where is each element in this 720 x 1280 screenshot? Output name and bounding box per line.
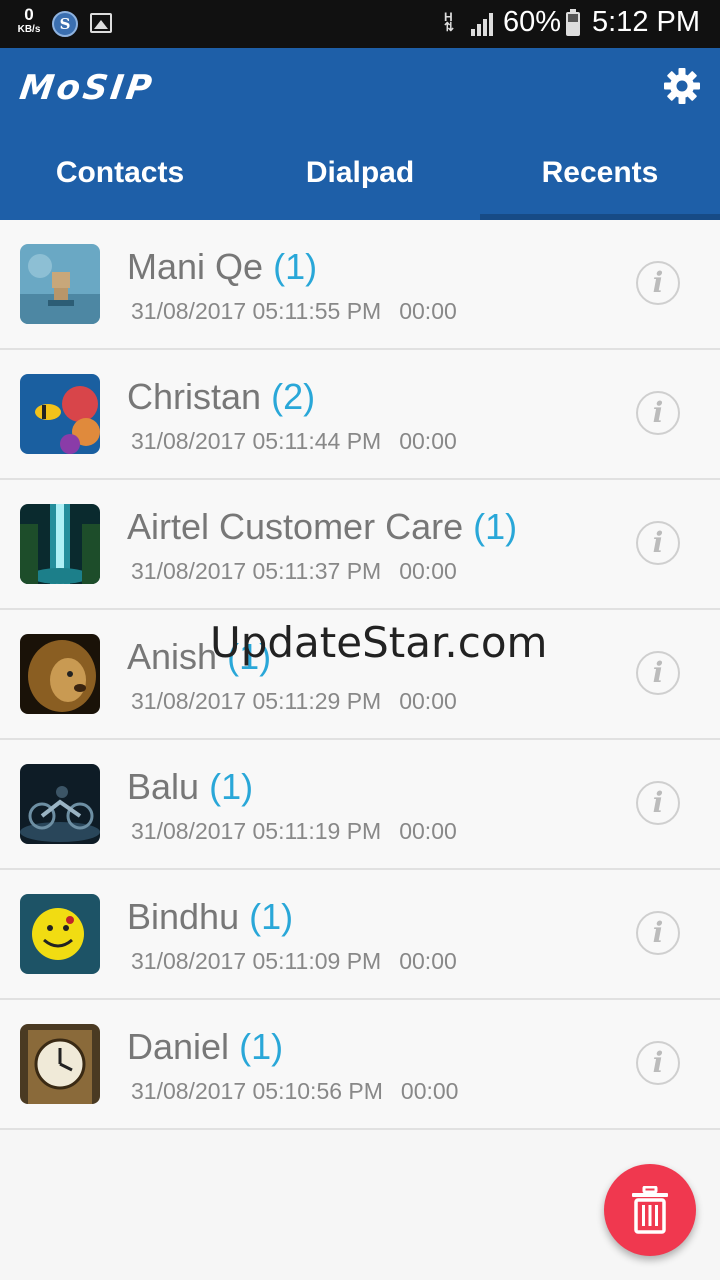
call-datetime: 31/08/2017 05:11:09 PM: [131, 948, 382, 974]
gear-icon[interactable]: [662, 66, 702, 106]
contact-avatar[interactable]: [20, 244, 100, 324]
call-datetime: 31/08/2017 05:11:19 PM: [131, 818, 382, 844]
call-meta: 31/08/2017 05:11:44 PM 00:00: [131, 428, 457, 455]
info-icon[interactable]: i: [636, 521, 680, 565]
trash-icon: [632, 1186, 668, 1234]
call-datetime: 31/08/2017 05:11:55 PM: [131, 298, 382, 324]
call-count: (1): [473, 506, 518, 547]
call-duration: 00:00: [399, 688, 457, 714]
call-count: (1): [239, 1026, 284, 1067]
call-meta: 31/08/2017 05:11:37 PM 00:00: [131, 558, 457, 585]
tab-dialpad[interactable]: Dialpad: [240, 138, 480, 220]
call-meta: 31/08/2017 05:11:19 PM 00:00: [131, 818, 457, 845]
net-speed-value: 0: [24, 5, 34, 24]
call-count: (2): [271, 376, 316, 417]
net-speed-unit: KB/s: [17, 24, 41, 35]
contact-avatar[interactable]: [20, 504, 100, 584]
contact-name-line: Balu (1): [127, 766, 253, 808]
info-icon[interactable]: i: [636, 1041, 680, 1085]
status-clock: 5:12 PM: [592, 6, 700, 38]
contact-name: Daniel: [127, 1026, 230, 1067]
tab-recents[interactable]: Recents: [480, 138, 720, 220]
tab-bar: Contacts Dialpad Recents: [0, 138, 720, 220]
net-speed-indicator: 0 KB/s: [14, 6, 44, 35]
battery-icon: [566, 9, 580, 36]
network-type-label: H: [444, 10, 453, 24]
contact-name-line: Mani Qe (1): [127, 246, 317, 288]
call-duration: 00:00: [399, 428, 457, 454]
info-icon[interactable]: i: [636, 911, 680, 955]
contact-name: Balu: [127, 766, 200, 807]
contact-avatar[interactable]: [20, 634, 100, 714]
call-duration: 00:00: [399, 948, 457, 974]
recent-call-row[interactable]: Mani Qe (1) 31/08/2017 05:11:55 PM 00:00 …: [0, 220, 720, 350]
call-count: (1): [249, 896, 294, 937]
watermark: UpdateStar.com: [210, 618, 548, 667]
call-datetime: 31/08/2017 05:11:29 PM: [131, 688, 382, 714]
contact-avatar[interactable]: [20, 374, 100, 454]
call-duration: 00:00: [399, 558, 457, 584]
call-meta: 31/08/2017 05:10:56 PM 00:00: [131, 1078, 458, 1105]
recent-call-row[interactable]: Daniel (1) 31/08/2017 05:10:56 PM 00:00 i: [0, 1000, 720, 1130]
recent-call-row[interactable]: Balu (1) 31/08/2017 05:11:19 PM 00:00 i: [0, 740, 720, 870]
image-notification-icon: [90, 13, 112, 33]
contact-avatar[interactable]: [20, 1024, 100, 1104]
call-duration: 00:00: [399, 818, 457, 844]
recent-call-row[interactable]: Bindhu (1) 31/08/2017 05:11:09 PM 00:00 i: [0, 870, 720, 1000]
contact-name: Mani Qe: [127, 246, 264, 287]
contact-avatar[interactable]: [20, 764, 100, 844]
contact-name-line: Daniel (1): [127, 1026, 283, 1068]
call-count: (1): [209, 766, 254, 807]
contact-name-line: Christan (2): [127, 376, 315, 418]
call-datetime: 31/08/2017 05:11:37 PM: [131, 558, 382, 584]
contact-name-line: Bindhu (1): [127, 896, 293, 938]
contact-name-line: Airtel Customer Care (1): [127, 506, 517, 548]
info-icon[interactable]: i: [636, 391, 680, 435]
call-duration: 00:00: [399, 298, 457, 324]
call-datetime: 31/08/2017 05:10:56 PM: [131, 1078, 383, 1104]
call-meta: 31/08/2017 05:11:29 PM 00:00: [131, 688, 457, 715]
contact-name: Airtel Customer Care: [127, 506, 464, 547]
call-datetime: 31/08/2017 05:11:44 PM: [131, 428, 382, 454]
call-count: (1): [273, 246, 318, 287]
recent-call-row[interactable]: Christan (2) 31/08/2017 05:11:44 PM 00:00…: [0, 350, 720, 480]
contact-name: Anish: [127, 636, 218, 677]
s-app-icon: S: [52, 11, 78, 37]
contact-name: Bindhu: [127, 896, 240, 937]
recent-call-row[interactable]: Airtel Customer Care (1) 31/08/2017 05:1…: [0, 480, 720, 610]
recents-list: Mani Qe (1) 31/08/2017 05:11:55 PM 00:00 …: [0, 220, 720, 1130]
status-bar: 0 KB/s S H ⇅ 60% 5:12 PM: [0, 0, 720, 48]
info-icon[interactable]: i: [636, 781, 680, 825]
contact-name: Christan: [127, 376, 262, 417]
app-bar: MoSIP Contacts Dialpad Recents: [0, 48, 720, 220]
call-meta: 31/08/2017 05:11:09 PM 00:00: [131, 948, 457, 975]
battery-percent: 60%: [503, 6, 562, 38]
call-duration: 00:00: [400, 1078, 459, 1104]
info-icon[interactable]: i: [636, 651, 680, 695]
delete-recents-button[interactable]: [604, 1164, 696, 1256]
network-type-icon: H ⇅: [444, 10, 455, 34]
contact-avatar[interactable]: [20, 894, 100, 974]
info-icon[interactable]: i: [636, 261, 680, 305]
app-logo: MoSIP: [17, 68, 158, 108]
call-meta: 31/08/2017 05:11:55 PM 00:00: [131, 298, 457, 325]
signal-icon: [471, 13, 493, 36]
tab-contacts[interactable]: Contacts: [0, 138, 240, 220]
